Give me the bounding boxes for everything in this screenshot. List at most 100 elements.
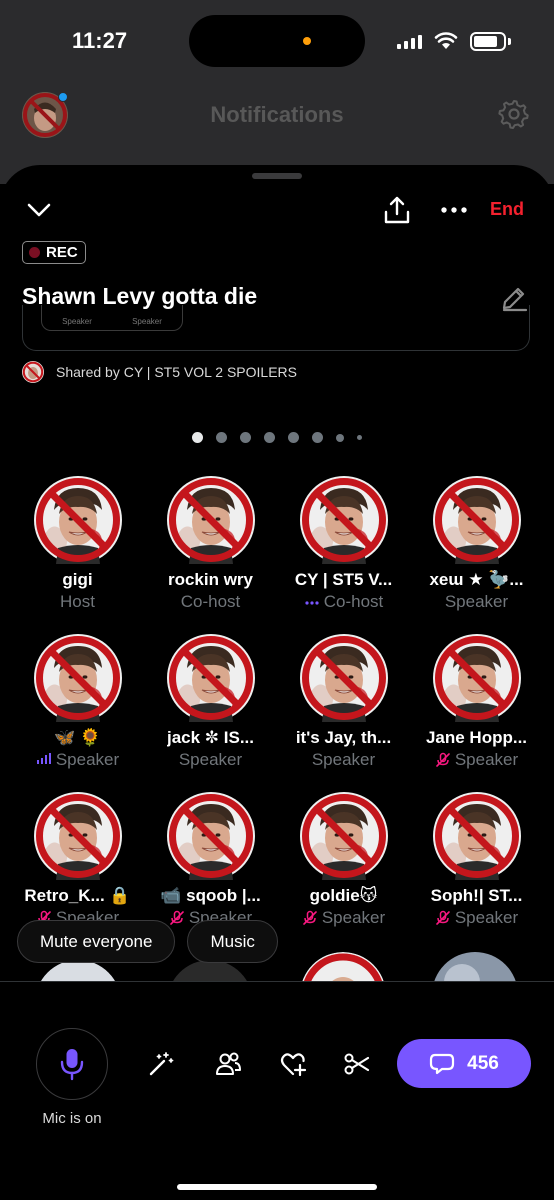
battery-tip <box>508 38 511 45</box>
audio-level-icon <box>36 753 51 764</box>
participant-tile[interactable]: gigi Host <box>11 476 144 634</box>
participant-avatar <box>166 634 255 722</box>
mic-muted-icon <box>436 910 450 925</box>
space-sheet: End REC Speaker Speaker Shawn Levy gotta… <box>0 165 554 1200</box>
shared-by-text: Shared by CY | ST5 VOL 2 SPOILERS <box>56 364 297 380</box>
battery-icon <box>470 32 506 51</box>
participant-name: goldie😽 <box>309 886 378 905</box>
participant-name: Retro_K... 🔒 <box>24 886 131 905</box>
participant-name: it's Jay, th... <box>295 728 392 747</box>
space-toolbar: Mic is on 456 <box>0 981 554 1200</box>
people-icon[interactable] <box>214 1050 242 1078</box>
participant-role: Speaker <box>312 750 375 770</box>
participant-role: Speaker <box>435 908 518 928</box>
participant-tile[interactable]: it's Jay, th... Speaker <box>277 634 410 792</box>
host-controls: Mute everyone Music <box>17 920 278 963</box>
status-bar: 11:27 <box>0 0 554 84</box>
participant-avatar <box>166 792 255 880</box>
participant-role-label: Speaker <box>55 750 120 769</box>
page-dot <box>216 432 227 443</box>
participant-tile[interactable]: jack ✼ IS... Speaker <box>144 634 277 792</box>
mute-everyone-button[interactable]: Mute everyone <box>17 920 176 963</box>
mic-muted-icon <box>303 910 317 925</box>
participant-role-label: Speaker <box>454 908 519 927</box>
participant-role: Co-host <box>304 592 384 612</box>
chevron-down-icon[interactable] <box>26 199 52 221</box>
participant-tile[interactable]: goldie😽 Speaker <box>277 792 410 950</box>
status-time: 11:27 <box>72 28 128 53</box>
participant-avatar <box>432 634 521 722</box>
microphone-icon <box>60 1049 84 1081</box>
participant-role: Speaker <box>445 592 508 612</box>
mic-status-label: Mic is on <box>42 1110 102 1127</box>
sheet-grabber[interactable] <box>252 173 302 179</box>
participant-grid: gigi Host rockin wry Co-host CY | ST5 V.… <box>11 476 543 950</box>
privacy-dot <box>303 37 311 45</box>
participant-avatar <box>33 476 122 564</box>
participant-tile[interactable]: 🦋 🌻 Speaker <box>11 634 144 792</box>
participant-role-label: Speaker <box>178 750 243 769</box>
participant-tile[interactable]: CY | ST5 V... Co-host <box>277 476 410 634</box>
space-title: Shawn Levy gotta die <box>22 283 258 309</box>
participant-avatar <box>33 634 122 722</box>
preview-label: Speaker <box>62 317 92 326</box>
participant-avatar <box>432 792 521 880</box>
participant-avatar <box>299 634 388 722</box>
participant-tile[interactable]: Soph!| ST... Speaker <box>410 792 543 950</box>
end-button[interactable]: End <box>490 199 524 220</box>
participant-role-label: Speaker <box>311 750 376 769</box>
participant-name: 📹 sqoob |... <box>160 886 261 905</box>
space-preview-card[interactable]: Speaker Speaker <box>22 305 530 351</box>
participant-tile[interactable]: rockin wry Co-host <box>144 476 277 634</box>
participant-name: CY | ST5 V... <box>294 570 393 589</box>
participant-row: gigi Host rockin wry Co-host CY | ST5 V.… <box>11 476 543 634</box>
participant-name: rockin wry <box>167 570 254 589</box>
preview-label: Speaker <box>132 317 162 326</box>
participant-name: Jane Hopp... <box>425 728 528 747</box>
home-indicator[interactable] <box>177 1184 377 1190</box>
page-dot <box>192 432 203 443</box>
mic-muted-icon <box>436 752 450 767</box>
participant-row: 🦋 🌻 Speaker jack ✼ IS... Speaker it's Ja… <box>11 634 543 792</box>
page-dot <box>312 432 323 443</box>
page-dot <box>336 433 344 442</box>
edit-icon[interactable] <box>499 283 529 313</box>
notification-dot <box>58 92 68 102</box>
participant-role-label: Host <box>60 592 95 611</box>
share-icon[interactable] <box>383 195 411 225</box>
participant-tile[interactable]: xeɯ ★ 🦤... Speaker <box>410 476 543 634</box>
participant-role-label: Co-host <box>323 592 384 611</box>
participant-role-label: Co-host <box>180 592 241 611</box>
page-dot <box>357 435 362 440</box>
participant-name: xeɯ ★ 🦤... <box>429 570 524 589</box>
sharer-avatar <box>22 361 44 383</box>
signal-icon <box>397 33 422 49</box>
gear-icon[interactable] <box>498 98 530 130</box>
magic-wand-icon[interactable] <box>147 1050 175 1078</box>
shared-by[interactable]: Shared by CY | ST5 VOL 2 SPOILERS <box>22 361 297 383</box>
participant-role: Co-host <box>181 592 241 612</box>
participant-name: jack ✼ IS... <box>166 728 254 747</box>
participant-role: Speaker <box>179 750 242 770</box>
recording-badge: REC <box>22 241 86 264</box>
heart-plus-icon[interactable] <box>279 1050 307 1078</box>
participant-role: Speaker <box>435 750 518 770</box>
chat-bubble-icon <box>430 1053 455 1074</box>
comment-count: 456 <box>467 1052 499 1074</box>
dynamic-island <box>189 15 365 67</box>
participant-tile[interactable]: Jane Hopp... Speaker <box>410 634 543 792</box>
record-dot-icon <box>29 247 40 258</box>
page-dot <box>240 432 251 443</box>
scissors-icon[interactable] <box>343 1050 371 1078</box>
more-icon[interactable] <box>440 201 468 219</box>
participant-role-label: Speaker <box>321 908 386 927</box>
participant-name: Soph!| ST... <box>430 886 523 905</box>
music-button[interactable]: Music <box>187 920 278 963</box>
page-indicator[interactable] <box>0 432 554 443</box>
speaking-dots-icon <box>305 601 319 605</box>
mic-button[interactable] <box>36 1028 108 1100</box>
participant-avatar <box>33 792 122 880</box>
comments-button[interactable]: 456 <box>397 1039 531 1088</box>
page-title: Notifications <box>210 102 344 127</box>
participant-role: Speaker <box>302 908 385 928</box>
